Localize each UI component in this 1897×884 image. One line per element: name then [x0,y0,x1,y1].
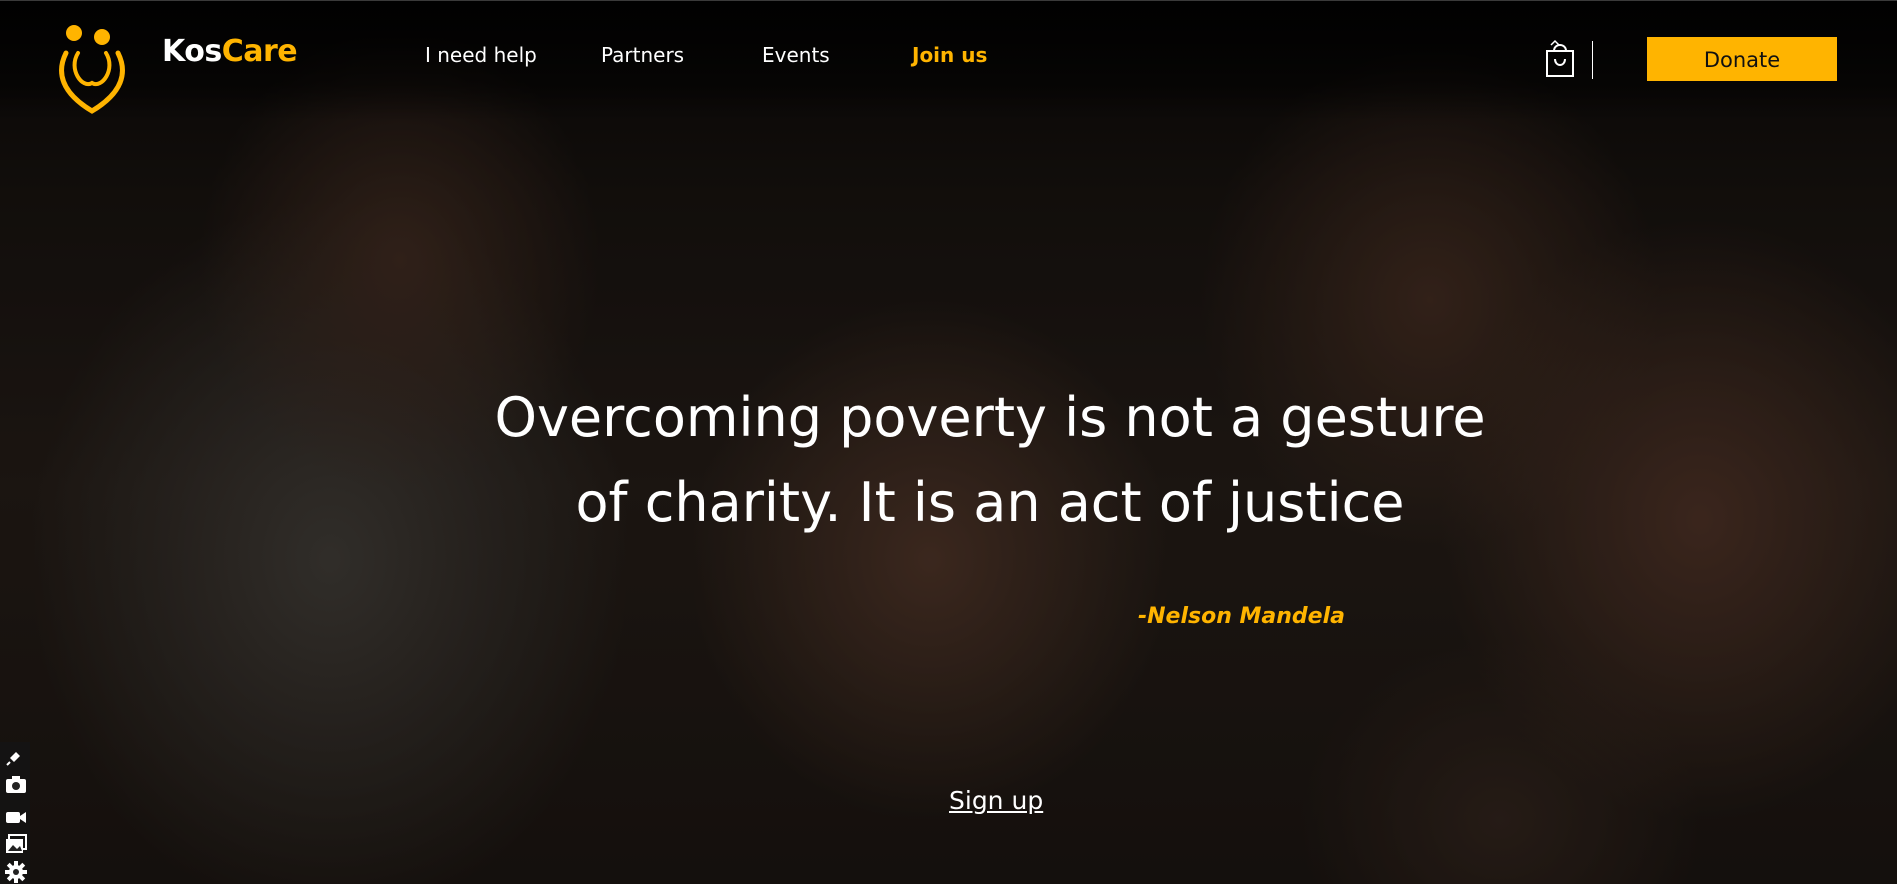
camera-icon[interactable] [4,772,28,796]
brand-name[interactable]: KosCare [162,34,298,69]
gallery-icon[interactable] [4,832,28,856]
hero-quote: Overcoming poverty is not a gesture of c… [380,375,1600,545]
nav-join-us[interactable]: Join us [912,43,987,67]
quote-line-1: Overcoming poverty is not a gesture [494,386,1486,449]
donate-button[interactable]: Donate [1647,37,1837,81]
quote-line-2: of charity. It is an act of justice [575,471,1405,534]
nav-events[interactable]: Events [762,43,830,67]
sign-up-link[interactable]: Sign up [949,786,1043,815]
brand-name-part1: Kos [162,34,222,69]
nav-i-need-help[interactable]: I need help [425,43,537,67]
shopping-bag-icon[interactable] [1543,39,1577,79]
quote-author: -Nelson Mandela [1138,604,1345,629]
hero-section: KosCare I need help Partners Events Join… [0,0,1897,884]
logo-icon[interactable] [52,23,132,115]
header-divider [1592,41,1593,79]
nav-partners[interactable]: Partners [601,43,684,67]
pin-icon[interactable] [4,744,28,768]
video-icon[interactable] [4,805,28,829]
side-toolbar [0,742,30,884]
settings-icon[interactable] [4,860,28,884]
top-navigation-bar: KosCare I need help Partners Events Join… [0,0,1897,121]
brand-name-part2: Care [221,34,298,69]
